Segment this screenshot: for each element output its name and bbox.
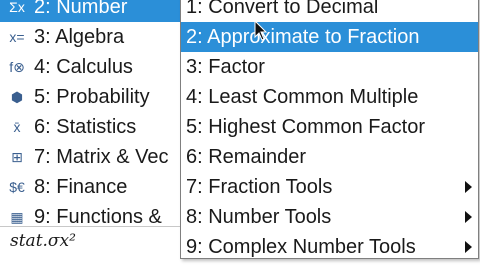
submenu-item-label: 5: Highest Common Factor — [186, 115, 425, 138]
number-icon: Σx — [9, 0, 25, 15]
menu-item-label: 2: Number — [34, 0, 128, 18]
submenu-item-label: 8: Number Tools — [186, 205, 332, 228]
algebra-icon: x= — [9, 29, 25, 45]
menu-item-label: 7: Matrix & Vec — [34, 145, 169, 168]
menu-item-label: 3: Algebra — [34, 25, 125, 48]
menu-item-calculus[interactable]: f⊗ 4: Calculus — [0, 52, 200, 82]
chevron-right-icon — [465, 211, 472, 223]
chevron-right-icon — [465, 241, 472, 253]
category-menu: Σx 2: Number x= 3: Algebra f⊗ 4: Calculu… — [0, 0, 200, 232]
menu-item-probability[interactable]: ⬢ 5: Probability — [0, 82, 200, 112]
submenu-item-number-tools[interactable]: 8: Number Tools — [181, 202, 478, 232]
menu-item-label: 8: Finance — [34, 175, 128, 198]
submenu-item-lcm[interactable]: 4: Least Common Multiple — [181, 82, 478, 112]
submenu-item-hcf[interactable]: 5: Highest Common Factor — [181, 112, 478, 142]
submenu-item-approx-fraction[interactable]: 2: Approximate to Fraction — [181, 22, 478, 52]
menu-item-label: 4: Calculus — [34, 55, 133, 78]
submenu-item-factor[interactable]: 3: Factor — [181, 52, 478, 82]
submenu-item-label: 3: Factor — [186, 55, 265, 78]
menu-item-label: 6: Statistics — [34, 115, 137, 138]
menu-item-matrix[interactable]: ⊞ 7: Matrix & Vec — [0, 142, 200, 172]
menu-item-finance[interactable]: $€ 8: Finance — [0, 172, 200, 202]
submenu-item-label: 9: Complex Number Tools — [186, 235, 416, 258]
submenu-item-fraction-tools[interactable]: 7: Fraction Tools — [181, 172, 478, 202]
submenu-item-convert-decimal[interactable]: 1: Convert to Decimal — [181, 0, 478, 22]
functions-icon: ▦ — [10, 208, 24, 225]
menu-item-label: 5: Probability — [34, 85, 150, 108]
mouse-cursor-icon — [254, 20, 268, 41]
submenu-item-label: 7: Fraction Tools — [186, 175, 333, 198]
entry-line[interactable]: stat.σx² — [0, 226, 180, 271]
menu-item-statistics[interactable]: x̄ 6: Statistics — [0, 112, 200, 142]
submenu-item-label: 4: Least Common Multiple — [186, 85, 419, 108]
submenu-item-label: 2: Approximate to Fraction — [186, 25, 420, 48]
submenu-item-label: 6: Remainder — [186, 145, 307, 168]
matrix-icon: ⊞ — [11, 148, 23, 165]
submenu-item-label: 1: Convert to Decimal — [186, 0, 379, 18]
entry-text: stat.σx² — [10, 231, 76, 251]
chevron-right-icon — [465, 181, 472, 193]
finance-icon: $€ — [9, 179, 25, 195]
menu-item-algebra[interactable]: x= 3: Algebra — [0, 22, 200, 52]
statistics-icon: x̄ — [13, 119, 21, 135]
number-submenu: 1: Convert to Decimal 2: Approximate to … — [180, 0, 479, 259]
submenu-item-complex-tools[interactable]: 9: Complex Number Tools — [181, 232, 478, 262]
calculus-icon: f⊗ — [9, 58, 25, 75]
dice-icon: ⬢ — [10, 88, 24, 105]
submenu-item-remainder[interactable]: 6: Remainder — [181, 142, 478, 172]
menu-item-number[interactable]: Σx 2: Number — [0, 0, 200, 22]
